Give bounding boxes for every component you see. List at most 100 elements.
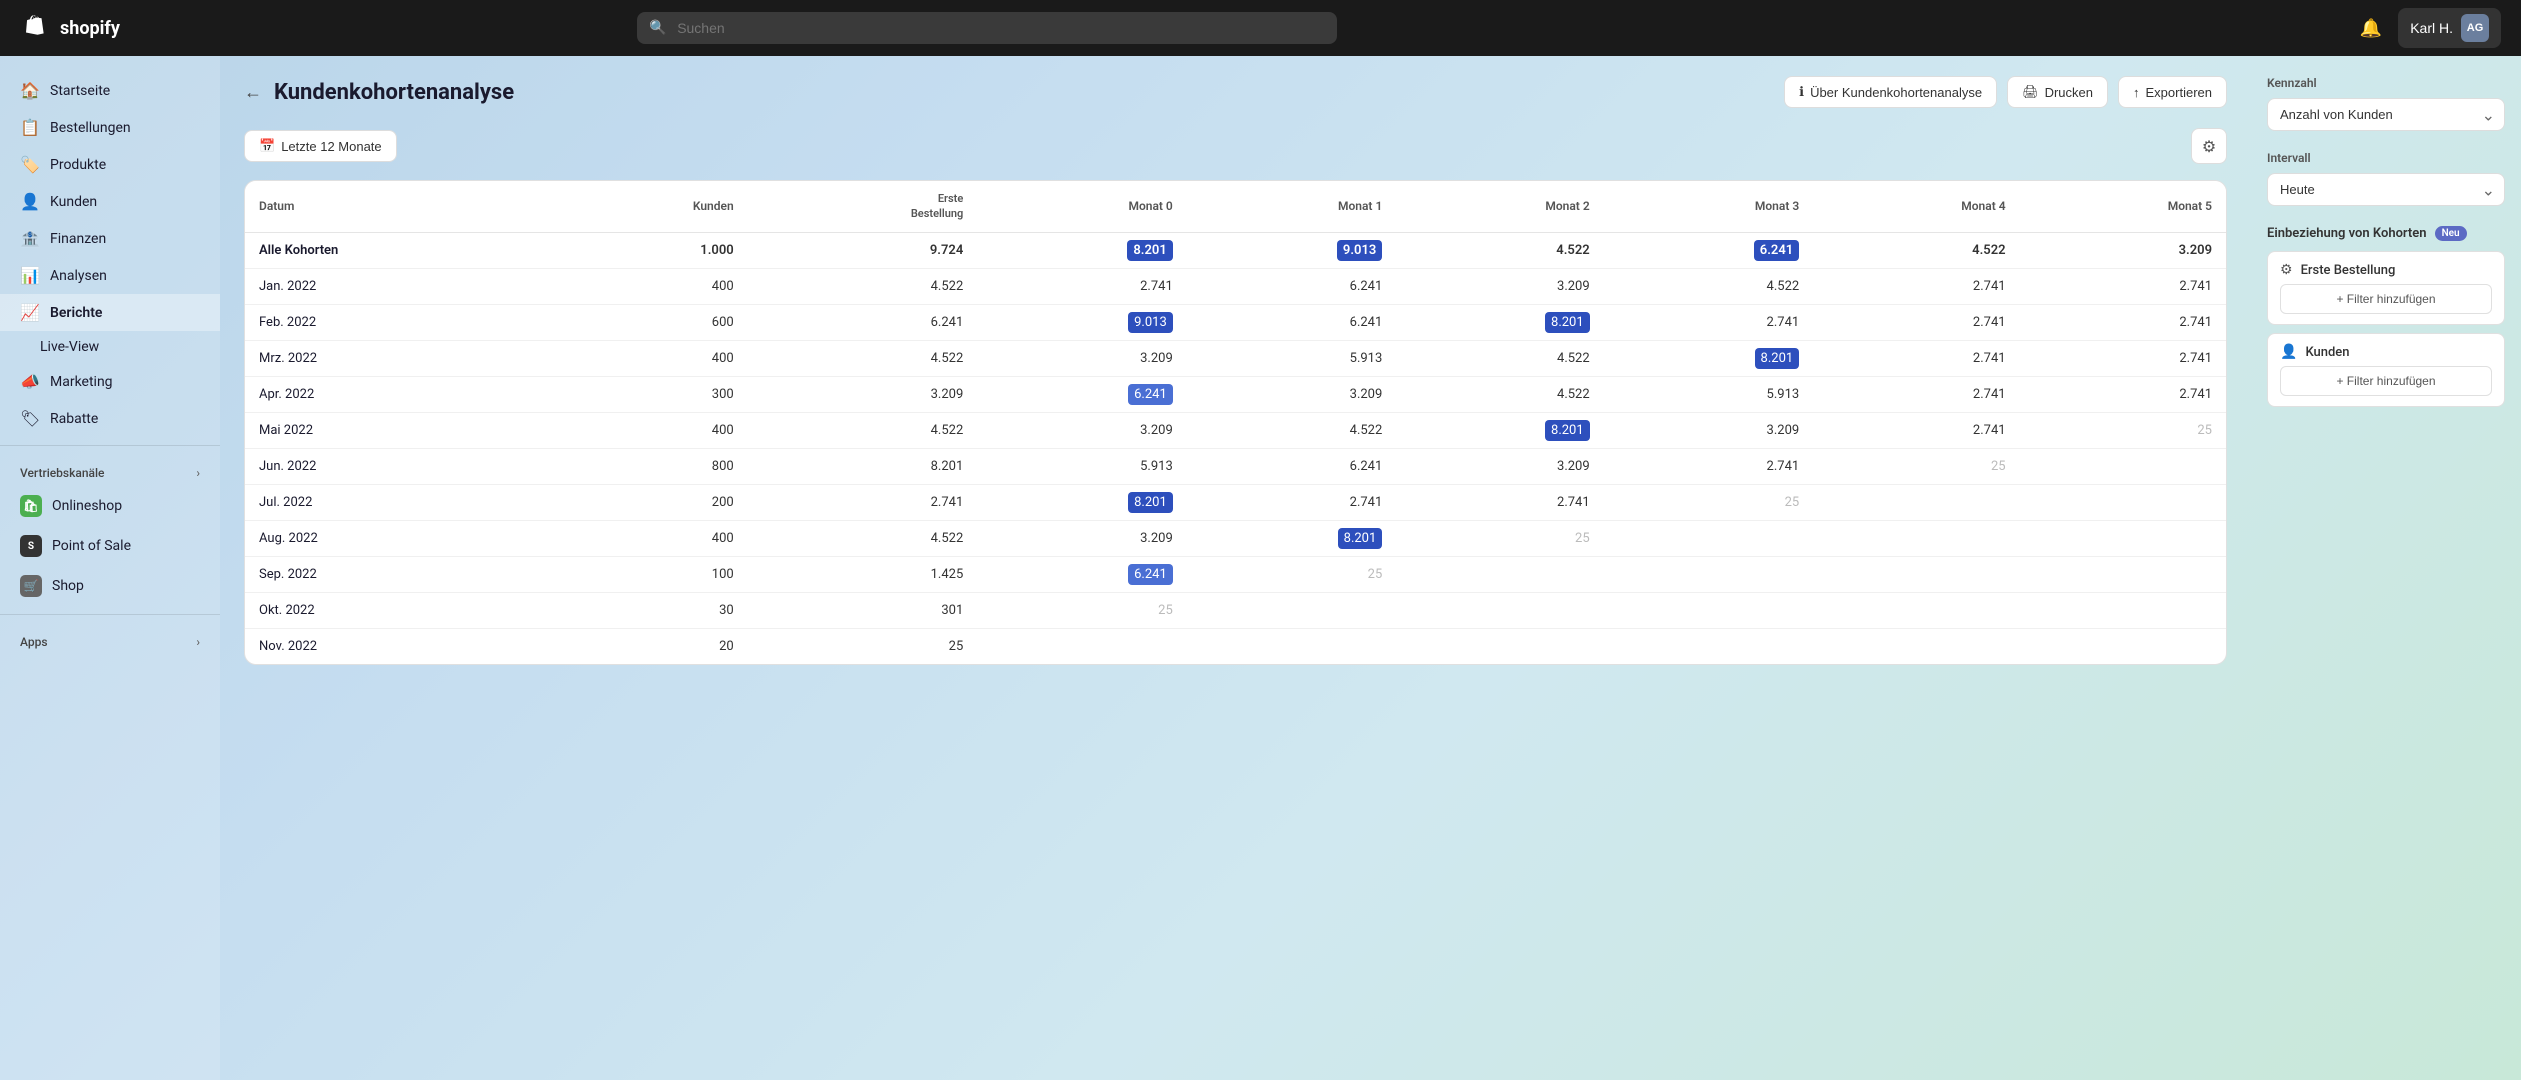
topbar: shopify 🔍 🔔 Karl H. AG (0, 0, 2521, 56)
cell-monat-3: 3.209 (1604, 412, 1814, 448)
page-title-wrap: ← Kundenkohortenanalyse (244, 80, 514, 105)
kennzahl-section: Kennzahl Anzahl von Kunden (2267, 76, 2505, 131)
sidebar-item-analysen[interactable]: 📊 Analysen (0, 257, 220, 294)
kunden-icon: 👤 (2280, 344, 2297, 360)
cell-monat-0: 8.201 (977, 232, 1187, 268)
cell-monat-2: 4.522 (1396, 340, 1603, 376)
add-filter-button-1[interactable]: + Filter hinzufügen (2280, 284, 2492, 314)
table-scroll-wrap[interactable]: Datum Kunden ErsteBestellung Monat 0 Mon… (245, 181, 2226, 664)
sidebar-item-label: Analysen (50, 268, 107, 284)
cell-datum: Jan. 2022 (245, 268, 551, 304)
sidebar-item-label: Berichte (50, 305, 102, 321)
sidebar-item-finanzen[interactable]: 🏦 Finanzen (0, 220, 220, 257)
analytics-icon: 📊 (20, 266, 40, 285)
back-button[interactable]: ← (244, 82, 262, 103)
cell-monat-0: 6.241 (977, 376, 1187, 412)
shopify-logo-icon (20, 12, 52, 44)
cell-monat-0: 9.013 (977, 304, 1187, 340)
col-kunden: Kunden (551, 181, 747, 232)
search-input[interactable] (637, 12, 1337, 44)
table-body: Alle Kohorten1.0009.7248.2019.0134.5226.… (245, 232, 2226, 664)
cell-monat-4: 2.741 (1813, 304, 2019, 340)
cell-monat-1: 25 (1187, 556, 1397, 592)
kohorten-header: Einbeziehung von Kohorten Neu (2267, 226, 2505, 241)
cell-datum: Mrz. 2022 (245, 340, 551, 376)
kennzahl-select[interactable]: Anzahl von Kunden (2267, 98, 2505, 131)
intervall-section: Intervall Heute (2267, 151, 2505, 206)
cell-monat-3 (1604, 556, 1814, 592)
cell-erste-bestellung: 8.201 (748, 448, 978, 484)
cell-erste-bestellung: 6.241 (748, 304, 978, 340)
cell-monat-0: 6.241 (977, 556, 1187, 592)
search-wrap: 🔍 (637, 12, 1337, 44)
sidebar-item-label: Finanzen (50, 231, 106, 247)
finance-icon: 🏦 (20, 229, 40, 248)
table-settings-button[interactable]: ⚙ (2191, 128, 2227, 164)
sidebar-item-marketing[interactable]: 📣 Marketing (0, 363, 220, 400)
cell-monat-1: 5.913 (1187, 340, 1397, 376)
add-filter-button-2[interactable]: + Filter hinzufügen (2280, 366, 2492, 396)
erste-bestellung-filter: ⚙ Erste Bestellung + Filter hinzufügen (2267, 251, 2505, 325)
sidebar-item-rabatte[interactable]: 🏷 Rabatte (0, 400, 220, 437)
cell-monat-5 (2020, 484, 2226, 520)
sidebar-item-onlineshop[interactable]: 🛍 Onlineshop (0, 486, 220, 526)
sidebar-item-shop[interactable]: 🛒 Shop (0, 566, 220, 606)
sidebar-item-bestellungen[interactable]: 📋 Bestellungen (0, 109, 220, 146)
cohort-table-container: Datum Kunden ErsteBestellung Monat 0 Mon… (244, 180, 2227, 665)
right-panel: Kennzahl Anzahl von Kunden Intervall Heu… (2251, 56, 2521, 1080)
cell-monat-3: 25 (1604, 484, 1814, 520)
cell-monat-5: 3.209 (2020, 232, 2226, 268)
sidebar-item-berichte[interactable]: 📈 Berichte (0, 294, 220, 331)
cell-monat-2: 3.209 (1396, 268, 1603, 304)
notifications-button[interactable]: 🔔 (2356, 14, 2386, 43)
cell-monat-1: 4.522 (1187, 412, 1397, 448)
sidebar-item-live-view[interactable]: Live-View (0, 331, 220, 363)
cell-monat-4 (1813, 484, 2019, 520)
expand-icon: › (196, 466, 200, 480)
cell-erste-bestellung: 2.741 (748, 484, 978, 520)
cell-monat-2: 25 (1396, 520, 1603, 556)
erste-bestellung-header: ⚙ Erste Bestellung (2280, 262, 2492, 278)
export-icon: ↑ (2133, 85, 2140, 100)
cell-monat-3 (1604, 520, 1814, 556)
sidebar-item-produkte[interactable]: 🏷️ Produkte (0, 146, 220, 183)
cell-kunden: 400 (551, 412, 747, 448)
cell-datum: Sep. 2022 (245, 556, 551, 592)
cell-monat-3: 8.201 (1604, 340, 1814, 376)
export-button[interactable]: ↑ Exportieren (2118, 76, 2227, 108)
col-monat-4: Monat 4 (1813, 181, 2019, 232)
cell-monat-5 (2020, 520, 2226, 556)
print-button[interactable]: 🖨 Drucken (2007, 76, 2108, 108)
cell-monat-4 (1813, 520, 2019, 556)
sidebar-divider (0, 445, 220, 446)
cell-monat-4 (1813, 592, 2019, 628)
sidebar-item-label: Shop (52, 578, 84, 594)
sidebar-item-label: Onlineshop (52, 498, 122, 514)
cell-monat-1 (1187, 592, 1397, 628)
table-row: Nov. 20222025 (245, 628, 2226, 664)
date-range-button[interactable]: 📅 Letzte 12 Monate (244, 130, 397, 162)
kennzahl-select-wrap: Anzahl von Kunden (2267, 98, 2505, 131)
page-title: Kundenkohortenanalyse (274, 80, 514, 105)
logo-text: shopify (60, 18, 120, 39)
cell-monat-3 (1604, 592, 1814, 628)
search-icon: 🔍 (649, 20, 666, 36)
sidebar-item-point-of-sale[interactable]: S Point of Sale (0, 526, 220, 566)
user-menu-button[interactable]: Karl H. AG (2398, 8, 2501, 48)
cell-monat-4: 2.741 (1813, 412, 2019, 448)
sidebar-item-label: Kunden (50, 194, 97, 210)
discounts-icon: 🏷 (20, 409, 40, 428)
cell-monat-5 (2020, 628, 2226, 664)
sidebar-item-kunden[interactable]: 👤 Kunden (0, 183, 220, 220)
info-button[interactable]: ℹ Über Kundenkohortenanalyse (1784, 76, 1997, 108)
logo: shopify (20, 12, 120, 44)
sidebar-item-startseite[interactable]: 🏠 Startseite (0, 72, 220, 109)
cell-kunden: 200 (551, 484, 747, 520)
cell-monat-5: 2.741 (2020, 340, 2226, 376)
intervall-select[interactable]: Heute (2267, 173, 2505, 206)
cell-kunden: 400 (551, 520, 747, 556)
cell-monat-5: 25 (2020, 412, 2226, 448)
cell-monat-0: 5.913 (977, 448, 1187, 484)
table-row: Feb. 20226006.2419.0136.2418.2012.7412.7… (245, 304, 2226, 340)
cell-datum: Feb. 2022 (245, 304, 551, 340)
